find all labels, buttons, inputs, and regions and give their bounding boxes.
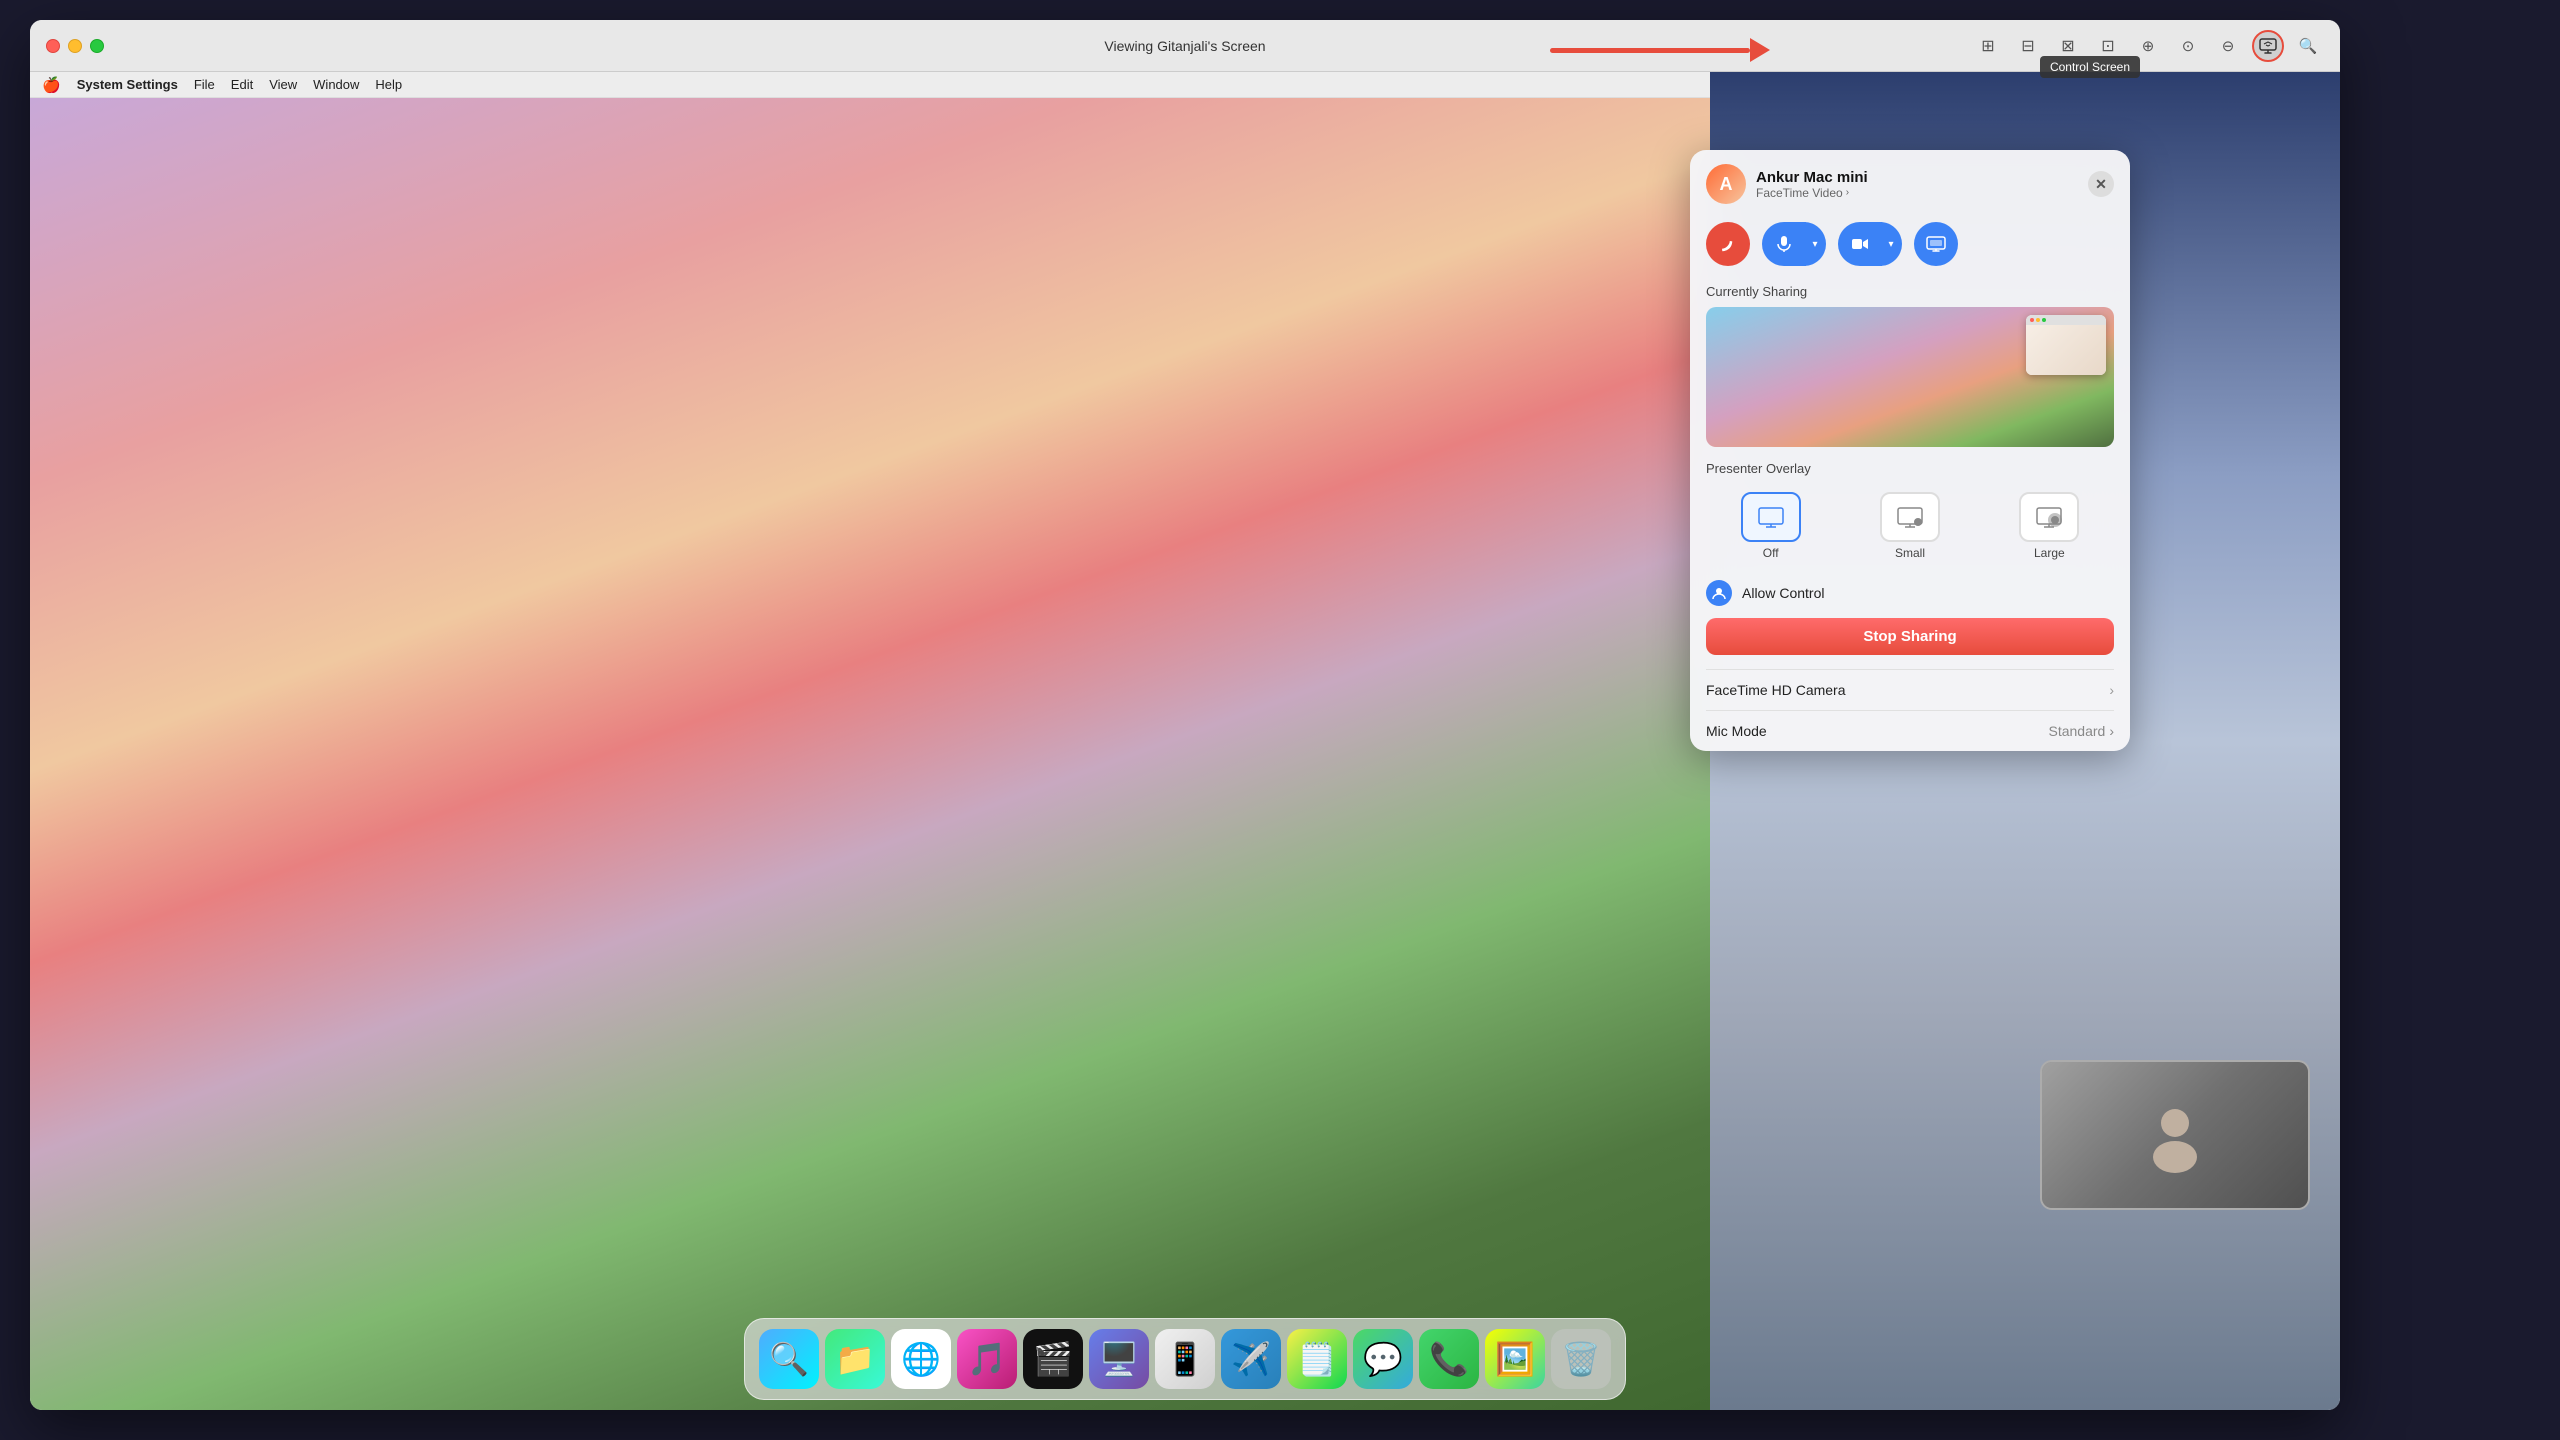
desktop-area	[30, 98, 1710, 1410]
presenter-large-label: Large	[2034, 546, 2065, 560]
dock-iphone-mirror[interactable]: 📱	[1155, 1329, 1215, 1389]
device-name: Ankur Mac mini	[1756, 169, 2078, 186]
dock-finder[interactable]: 🔍	[759, 1329, 819, 1389]
inner-menu-help[interactable]: Help	[375, 77, 402, 92]
video-button-group: ▾	[1838, 222, 1902, 266]
desktop-wallpaper	[30, 98, 1710, 1410]
dock-screensharing[interactable]: 🖥️	[1089, 1329, 1149, 1389]
presenter-options: Off Small	[1706, 492, 2114, 560]
allow-control-icon	[1706, 580, 1732, 606]
camera-row[interactable]: FaceTime HD Camera ›	[1690, 670, 2130, 710]
self-view-thumbnail	[2040, 1060, 2310, 1210]
stop-sharing-button[interactable]: Stop Sharing	[1706, 618, 2114, 655]
allow-control-row[interactable]: Allow Control	[1690, 574, 2130, 618]
call-subtitle: FaceTime Video ›	[1756, 186, 2078, 200]
allow-control-label: Allow Control	[1742, 585, 1824, 601]
panel-avatar: A	[1706, 164, 1746, 204]
toolbar-btn-search[interactable]: 🔍	[2292, 30, 2324, 62]
dock-music[interactable]: 🎵	[957, 1329, 1017, 1389]
mic-mode-label: Mic Mode	[1706, 723, 1767, 739]
sharing-preview-overlay	[2026, 315, 2106, 375]
camera-label: FaceTime HD Camera	[1706, 682, 1846, 698]
mic-mode-chevron-icon: ›	[2109, 723, 2114, 739]
panel-close-button[interactable]: ✕	[2088, 171, 2114, 197]
facetime-panel: A Ankur Mac mini FaceTime Video › ✕	[1690, 150, 2130, 751]
minimize-button[interactable]	[68, 39, 82, 53]
panel-title-group: Ankur Mac mini FaceTime Video ›	[1756, 169, 2078, 200]
toolbar-icons: ⊞ ⊟ ⊠ ⊡ ⊕ ⊙ ⊖ 🔍	[1972, 30, 2324, 62]
self-view-content	[2042, 1062, 2308, 1208]
panel-header: A Ankur Mac mini FaceTime Video › ✕	[1690, 150, 2130, 214]
toolbar-btn-1[interactable]: ⊞	[1972, 30, 2004, 62]
chevron-right-icon: ›	[1846, 187, 1849, 198]
mic-mode-row[interactable]: Mic Mode Standard ›	[1690, 711, 2130, 751]
currently-sharing-label: Currently Sharing	[1690, 280, 2130, 307]
dock-airdrop[interactable]: ✈️	[1221, 1329, 1281, 1389]
presenter-off-icon	[1741, 492, 1801, 542]
toolbar-btn-zoom-fit[interactable]: ⊙	[2172, 30, 2204, 62]
video-caret-button[interactable]: ▾	[1880, 222, 1902, 266]
inner-menu-window[interactable]: Window	[313, 77, 359, 92]
toolbar-btn-zoom-out[interactable]: ⊖	[2212, 30, 2244, 62]
dock-chrome[interactable]: 🌐	[891, 1329, 951, 1389]
title-bar: Viewing Gitanjali's Screen ⊞ ⊟ ⊠ ⊡ ⊕ ⊙ ⊖…	[30, 20, 2340, 72]
end-call-button[interactable]	[1706, 222, 1750, 266]
mini-dot-red	[2030, 318, 2034, 322]
mini-dot-yellow	[2036, 318, 2040, 322]
mic-mode-value-group: Standard ›	[2049, 723, 2115, 739]
mic-mode-value: Standard	[2049, 723, 2106, 739]
apple-menu-icon[interactable]: 🍎	[42, 76, 61, 94]
dock-notes[interactable]: 🗒️	[1287, 1329, 1347, 1389]
maximize-button[interactable]	[90, 39, 104, 53]
camera-chevron-icon: ›	[2109, 682, 2114, 698]
sharing-preview	[1706, 307, 2114, 447]
mic-button-group: ▾	[1762, 222, 1826, 266]
presenter-small-icon	[1880, 492, 1940, 542]
inner-menu-edit[interactable]: Edit	[231, 77, 253, 92]
inner-menu-view[interactable]: View	[269, 77, 297, 92]
dock-messages[interactable]: 💬	[1353, 1329, 1413, 1389]
presenter-off-label: Off	[1763, 546, 1779, 560]
traffic-lights	[46, 39, 104, 53]
presenter-overlay-label: Presenter Overlay	[1706, 461, 2114, 484]
presenter-option-small[interactable]: Small	[1845, 492, 1974, 560]
toolbar-btn-2[interactable]: ⊟	[2012, 30, 2044, 62]
presenter-small-label: Small	[1895, 546, 1925, 560]
mic-button[interactable]	[1762, 222, 1806, 266]
presenter-option-off[interactable]: Off	[1706, 492, 1835, 560]
dock-photos[interactable]: 🖼️	[1485, 1329, 1545, 1389]
close-button[interactable]	[46, 39, 60, 53]
dock-trash[interactable]: 🗑️	[1551, 1329, 1611, 1389]
window-title: Viewing Gitanjali's Screen	[1104, 38, 1265, 54]
mini-dot-green	[2042, 318, 2046, 322]
mic-caret-button[interactable]: ▾	[1804, 222, 1826, 266]
screen-share-button[interactable]	[1914, 222, 1958, 266]
dock-facetime[interactable]: 📞	[1419, 1329, 1479, 1389]
video-button[interactable]	[1838, 222, 1882, 266]
inner-menu-file[interactable]: File	[194, 77, 215, 92]
control-row: ▾ ▾	[1690, 214, 2130, 280]
mini-preview-inner	[2026, 315, 2106, 375]
dock-files[interactable]: 📁	[825, 1329, 885, 1389]
dock-tv[interactable]: 🎬	[1023, 1329, 1083, 1389]
inner-menu-system-settings[interactable]: System Settings	[77, 77, 178, 92]
dock: 🔍 📁 🌐 🎵 🎬 🖥️ 📱 ✈️ 🗒️ 💬 📞 🖼️ 🗑️	[744, 1318, 1626, 1400]
presenter-large-icon	[2019, 492, 2079, 542]
presenter-overlay-section: Presenter Overlay Off	[1690, 461, 2130, 574]
control-screen-button[interactable]	[2252, 30, 2284, 62]
control-screen-tooltip: Control Screen	[2040, 56, 2140, 78]
presenter-option-large[interactable]: Large	[1985, 492, 2114, 560]
mini-window-bar	[2026, 315, 2106, 325]
main-window: Viewing Gitanjali's Screen ⊞ ⊟ ⊠ ⊡ ⊕ ⊙ ⊖…	[30, 20, 2340, 1410]
